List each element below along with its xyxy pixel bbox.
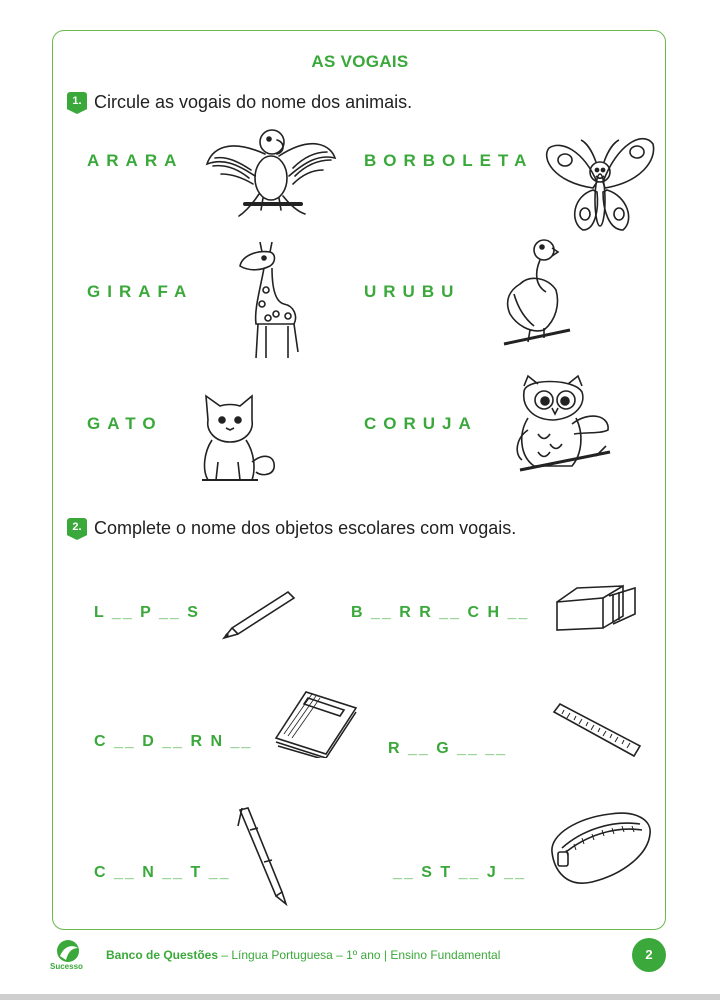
pencil-icon: [222, 588, 296, 640]
animal-word-girafa: GIRAFA: [87, 282, 194, 301]
blank-word-estojo: __ S T __ J __: [393, 864, 526, 881]
butterfly-icon: [543, 126, 657, 234]
ruler-icon: [550, 702, 642, 760]
footer-brand: Sucesso: [50, 962, 83, 971]
parrot-icon: [205, 126, 337, 218]
animal-word-coruja: CORUJA: [364, 414, 478, 433]
animal-word-arara: ARARA: [87, 151, 184, 170]
owl-icon: [510, 374, 612, 478]
eraser-icon: [553, 584, 637, 634]
pen-icon: [236, 806, 290, 906]
blank-word-regua: R __ G __ __: [388, 740, 508, 757]
blank-word-borracha: B __ R R __ C H __: [351, 604, 530, 621]
page-number-badge: 2: [632, 938, 666, 972]
footer-subtitle: – Língua Portuguesa – 1º ano | Ensino Fu…: [218, 948, 501, 962]
blank-word-lapis: L __ P __ S: [94, 604, 200, 621]
footer-caption: Banco de Questões – Língua Portuguesa – …: [106, 948, 500, 962]
notebook-icon: [272, 690, 358, 758]
footer-series: Banco de Questões: [106, 948, 219, 962]
page-title: AS VOGAIS: [311, 52, 409, 71]
cat-icon: [194, 392, 278, 484]
vulture-icon: [500, 234, 574, 354]
question-1-text: Circule as vogais do nome dos animais.: [94, 92, 413, 112]
giraffe-icon: [236, 240, 302, 362]
animal-word-borboleta: BORBOLETA: [364, 151, 534, 170]
bottom-divider: [0, 994, 720, 1000]
question-2-text: Complete o nome dos objetos escolares co…: [94, 518, 517, 538]
animal-word-urubu: URUBU: [364, 282, 461, 301]
animal-word-gato: GATO: [87, 414, 163, 433]
blank-word-caneta: C __ N __ T __: [94, 864, 231, 881]
pencil-case-icon: [548, 808, 654, 888]
blank-word-caderno: C __ D __ R N __: [94, 733, 253, 750]
